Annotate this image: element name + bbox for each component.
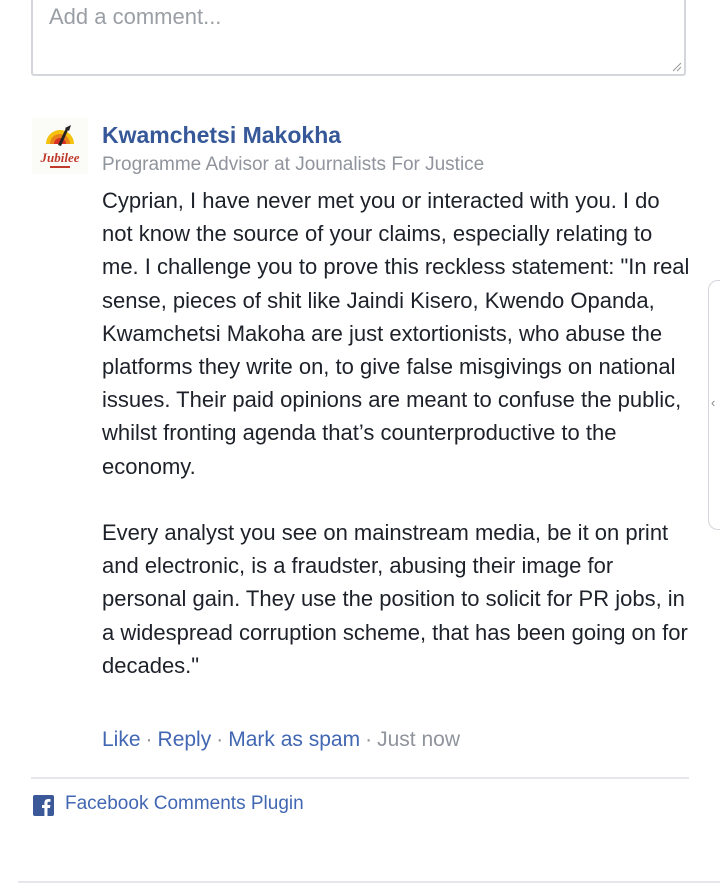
comment-timestamp: Just now — [377, 728, 460, 751]
mark-spam-link[interactable]: Mark as spam — [228, 728, 360, 751]
reply-link[interactable]: Reply — [158, 728, 212, 751]
divider — [31, 777, 689, 779]
author-subtitle: Programme Advisor at Journalists For Jus… — [102, 154, 485, 175]
jubilee-logo-icon: Jubilee — [32, 118, 88, 174]
comment-paragraph: Cyprian, I have never met you or interac… — [102, 188, 690, 479]
bottom-divider — [18, 881, 720, 883]
comment-actions: Like · Reply · Mark as spam · Just now — [102, 728, 460, 752]
side-drawer-handle[interactable]: ‹ — [708, 280, 720, 530]
comment-author[interactable]: Kwamchetsi Makokha — [102, 122, 341, 149]
action-separator: · — [145, 728, 153, 751]
chevron-left-icon: ‹ — [711, 395, 716, 410]
action-separator: · — [216, 728, 224, 751]
comment-paragraph: Every analyst you see on mainstream medi… — [102, 520, 688, 678]
resize-handle-icon[interactable] — [672, 62, 682, 72]
facebook-icon — [33, 795, 54, 816]
action-separator: · — [365, 728, 373, 751]
avatar[interactable]: Jubilee — [32, 118, 88, 174]
avatar-label: Jubilee — [40, 150, 80, 165]
comment-input-placeholder: Add a comment... — [49, 4, 222, 29]
like-link[interactable]: Like — [102, 728, 141, 751]
comment-body: Cyprian, I have never met you or interac… — [102, 184, 694, 682]
comment-input[interactable]: Add a comment... — [31, 0, 686, 76]
facebook-comments-plugin-link[interactable]: Facebook Comments Plugin — [65, 793, 304, 815]
